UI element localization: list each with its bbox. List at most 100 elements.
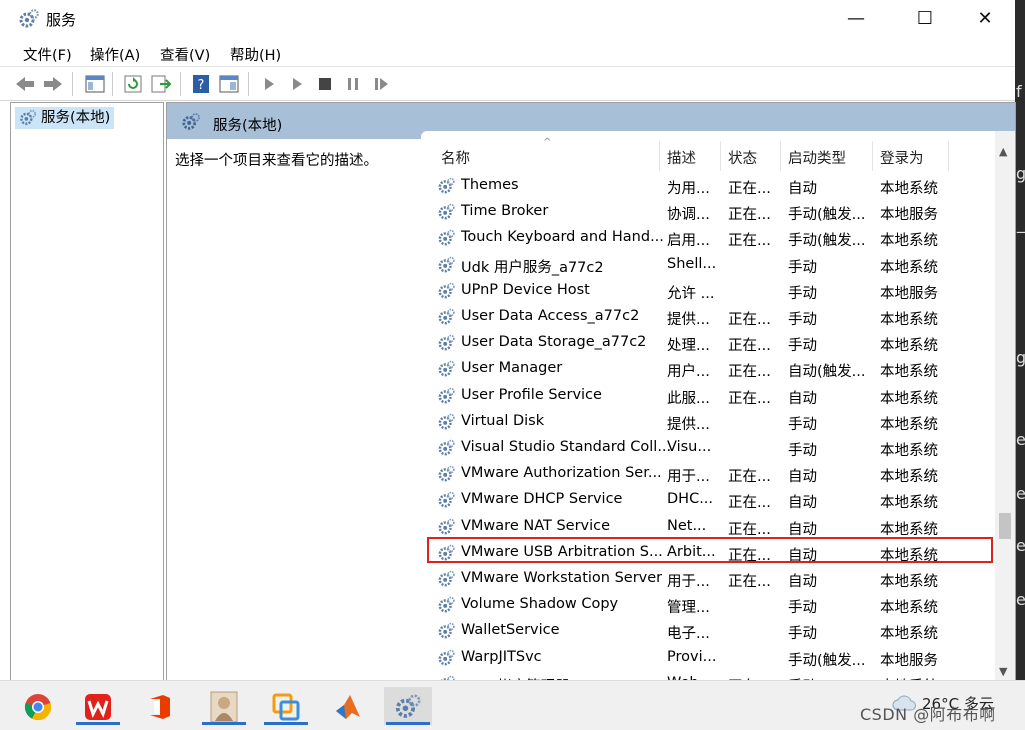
service-name: Touch Keyboard and Hand...: [461, 229, 664, 246]
service-row[interactable]: VMware Workstation Server 用于... 正在... 自动 本地系…: [421, 566, 991, 592]
start-service-alt-icon[interactable]: [286, 74, 308, 94]
scrollbar-thumb[interactable]: [999, 513, 1011, 539]
back-arrow-icon[interactable]: [14, 74, 36, 94]
column-header-name[interactable]: 名称: [441, 147, 470, 168]
service-startup-type: 手动: [788, 312, 817, 328]
tree-item-services-local[interactable]: 服务(本地): [15, 107, 115, 129]
pane-title: 服务(本地): [213, 118, 283, 134]
service-row[interactable]: VMware DHCP Service DHC... 正在... 自动 本地系统: [421, 487, 991, 513]
service-status: 正在...: [728, 312, 771, 328]
refresh-icon[interactable]: [122, 74, 144, 94]
service-row[interactable]: Udk 用户服务_a77c2 Shell... 手动 本地系统: [421, 252, 991, 278]
taskbar-photo[interactable]: [200, 687, 248, 725]
maximize-button[interactable]: ☐: [902, 0, 948, 38]
taskbar-services[interactable]: [384, 687, 432, 725]
service-gear-icon: [438, 256, 455, 272]
background-text: —: [1016, 222, 1025, 241]
menu-help[interactable]: 帮助(H): [230, 44, 281, 65]
stop-service-icon[interactable]: [314, 74, 336, 94]
taskbar-wps[interactable]: [74, 687, 122, 725]
service-name: User Data Storage_a77c2: [461, 334, 647, 351]
services-list: 名称 ^ 描述 状态 启动类型 登录为 Themes 为用... 正在... 自动 本地…: [421, 131, 1015, 681]
column-separator[interactable]: [659, 141, 660, 171]
pause-service-icon[interactable]: [342, 74, 364, 94]
service-row[interactable]: VMware Authorization Ser... 用于... 正在... 自动 本…: [421, 461, 991, 487]
vertical-scrollbar[interactable]: ▲ ▼: [995, 131, 1015, 681]
taskbar-office[interactable]: [136, 687, 184, 725]
service-gear-icon: [438, 361, 455, 377]
service-row[interactable]: User Profile Service 此服... 正在... 自动 本地系统: [421, 383, 991, 409]
service-description: 用于...: [667, 574, 710, 590]
menu-file[interactable]: 文件(F): [23, 44, 72, 65]
service-row[interactable]: Themes 为用... 正在... 自动 本地系统: [421, 173, 991, 199]
taskbar-chrome[interactable]: [14, 687, 62, 725]
service-log-on-as: 本地服务: [880, 652, 938, 669]
toolbar-separator: [180, 72, 181, 96]
service-log-on-as: 本地系统: [880, 469, 938, 486]
minimize-button[interactable]: —: [833, 0, 879, 38]
service-row[interactable]: WalletService 电子... 手动 本地系统: [421, 618, 991, 644]
service-description: 提供...: [667, 312, 710, 328]
scroll-up-arrow-icon[interactable]: ▲: [999, 145, 1007, 158]
service-name: WalletService: [461, 622, 560, 639]
service-startup-type: 自动: [788, 181, 817, 197]
description-text: 选择一个项目来查看它的描述。: [175, 153, 378, 169]
export-list-icon[interactable]: [150, 74, 172, 94]
start-service-icon[interactable]: [258, 74, 280, 94]
forward-arrow-icon[interactable]: [42, 74, 64, 94]
column-separator[interactable]: [872, 141, 873, 171]
vmware-icon: [272, 693, 300, 721]
service-row[interactable]: VMware NAT Service Net... 正在... 自动 本地系统: [421, 514, 991, 540]
service-name: Virtual Disk: [461, 412, 545, 429]
column-header-log-on-as[interactable]: 登录为: [880, 147, 924, 168]
service-gear-icon: [438, 623, 455, 639]
selection-highlight-box: [427, 537, 993, 563]
service-gear-icon: [438, 387, 455, 403]
taskbar-vmware[interactable]: [262, 687, 310, 725]
service-description: 电子...: [667, 626, 710, 643]
menu-bar: 文件(F) 操作(A) 查看(V) 帮助(H): [0, 38, 1015, 66]
chrome-icon: [24, 694, 52, 721]
column-header-description[interactable]: 描述: [667, 147, 696, 168]
service-gear-icon: [438, 334, 455, 351]
service-row[interactable]: Time Broker 协调... 正在... 手动(触发... 本地服务: [421, 199, 991, 225]
column-separator[interactable]: [720, 141, 721, 171]
service-name: UPnP Device Host: [461, 281, 590, 298]
service-row[interactable]: Volume Shadow Copy 管理... 手动 本地系统: [421, 592, 991, 618]
menu-view[interactable]: 查看(V): [160, 44, 210, 65]
properties-view-icon[interactable]: [218, 74, 240, 94]
service-row[interactable]: WarpJITSvc Provi... 手动(触发... 本地服务: [421, 645, 991, 671]
service-gear-icon: [438, 518, 455, 534]
service-row[interactable]: User Data Access_a77c2 提供... 正在... 手动 本地系统: [421, 304, 991, 330]
close-button[interactable]: ✕: [962, 0, 1008, 38]
column-separator[interactable]: [780, 141, 781, 171]
service-row[interactable]: Touch Keyboard and Hand... 启用... 正在... 手动(触…: [421, 225, 991, 251]
service-log-on-as: 本地系统: [880, 364, 938, 381]
show-hide-console-tree-icon[interactable]: [84, 74, 106, 94]
service-name: VMware DHCP Service: [461, 491, 623, 508]
service-row[interactable]: Virtual Disk 提供... 手动 本地系统: [421, 409, 991, 435]
service-name: VMware Workstation Server: [461, 570, 663, 586]
taskbar-matlab[interactable]: [324, 687, 372, 725]
service-name: User Profile Service: [461, 386, 602, 403]
service-gear-icon: [438, 465, 455, 482]
service-gear-icon: [438, 492, 455, 508]
help-icon[interactable]: ?: [190, 74, 212, 94]
service-row[interactable]: User Manager 用户... 正在... 自动(触发... 本地系统: [421, 356, 991, 382]
service-description: 用户...: [667, 364, 710, 381]
column-header-status[interactable]: 状态: [728, 147, 757, 168]
service-row[interactable]: Visual Studio Standard Coll... Visu... 手动 本…: [421, 435, 991, 461]
restart-service-icon[interactable]: [370, 74, 392, 94]
matlab-icon: [336, 695, 360, 719]
service-status: 正在...: [728, 207, 771, 224]
service-gear-icon: [438, 308, 455, 325]
service-startup-type: 自动: [788, 574, 817, 590]
background-text: g: [1016, 348, 1025, 367]
menu-action[interactable]: 操作(A): [90, 44, 140, 65]
service-row[interactable]: User Data Storage_a77c2 处理... 正在... 手动 本地系统: [421, 330, 991, 356]
service-row[interactable]: UPnP Device Host 允许 ... 手动 本地服务: [421, 278, 991, 304]
column-separator[interactable]: [948, 141, 949, 171]
column-header-startup-type[interactable]: 启动类型: [788, 147, 846, 168]
scroll-down-arrow-icon[interactable]: ▼: [999, 665, 1007, 678]
service-description: Provi...: [667, 648, 717, 665]
